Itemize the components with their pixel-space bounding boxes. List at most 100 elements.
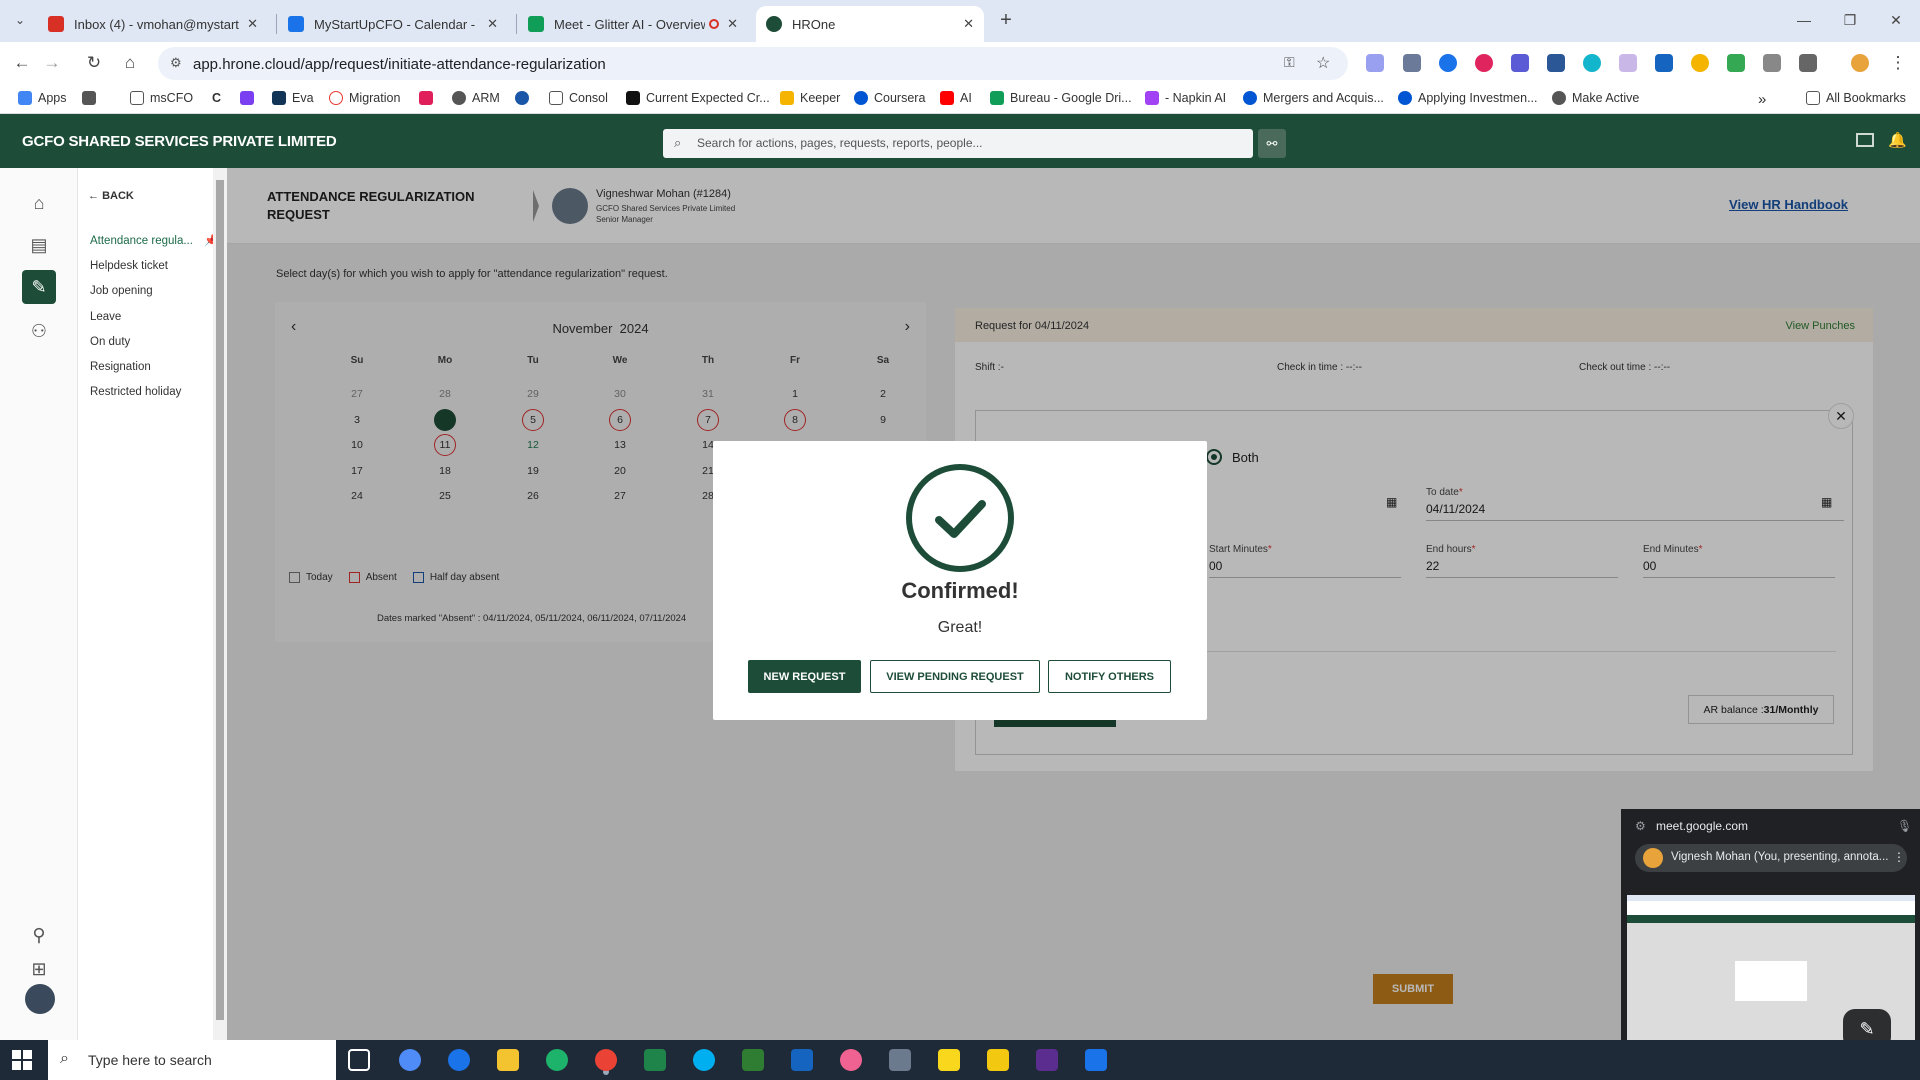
bookmark-item[interactable] (515, 91, 535, 105)
bookmark-item[interactable]: C (212, 91, 221, 105)
team-icon[interactable]: ⚇ (24, 316, 54, 346)
extension-icon[interactable] (1655, 54, 1673, 72)
tab-hrone[interactable]: HROne ✕ (756, 6, 984, 42)
bookmark-item[interactable]: msCFO (130, 91, 193, 105)
restore-icon[interactable]: ❐ (1838, 8, 1862, 32)
password-key-icon[interactable]: ⚿ (1284, 54, 1295, 71)
extension-icon[interactable] (1727, 54, 1745, 72)
bookmark-item[interactable]: Apps (18, 91, 67, 105)
bookmark-item[interactable]: Migration (329, 91, 400, 105)
pin-icon[interactable]: ⚲ (24, 920, 54, 950)
close-icon[interactable]: ✕ (963, 16, 974, 32)
1password-icon[interactable] (448, 1049, 470, 1071)
close-icon[interactable]: ✕ (247, 16, 258, 32)
request-icon[interactable]: ✎ (22, 270, 56, 304)
bookmark-item[interactable]: Keeper (780, 91, 840, 105)
bookmark-item[interactable]: Bureau - Google Dri... (990, 91, 1132, 105)
app-icon[interactable] (644, 1049, 666, 1071)
book-icon[interactable] (1856, 133, 1874, 147)
window-close-icon[interactable]: ✕ (1884, 8, 1908, 32)
close-icon[interactable]: ✕ (487, 16, 498, 32)
close-icon[interactable]: ✕ (727, 16, 738, 32)
extension-icon[interactable] (1475, 54, 1493, 72)
subnav-leave[interactable]: Leave (90, 311, 121, 323)
more-bookmarks-icon[interactable]: » (1758, 91, 1766, 108)
extension-icon[interactable] (1691, 54, 1709, 72)
copilot-icon[interactable] (399, 1049, 421, 1071)
settings-icon[interactable]: ⚙ (1635, 819, 1646, 833)
back-button[interactable]: ← BACK (88, 190, 134, 202)
apps-grid-icon[interactable]: ⊞ (24, 954, 54, 984)
extension-shield-icon[interactable] (1403, 54, 1421, 72)
sticky-notes-icon[interactable] (938, 1049, 960, 1071)
taskbar-search-input[interactable]: ⌕ Type here to search (48, 1040, 336, 1080)
back-arrow-icon[interactable]: ← (10, 51, 34, 75)
bookmark-item[interactable]: - Napkin AI (1145, 91, 1226, 105)
bookmark-item[interactable]: Current Expected Cr... (626, 91, 770, 105)
extensions-puzzle-icon[interactable] (1799, 54, 1817, 72)
tab-search-icon[interactable]: ⌄ (8, 8, 32, 32)
bookmark-item[interactable]: Eva (272, 91, 314, 105)
extension-icon[interactable] (1583, 54, 1601, 72)
extension-1password-icon[interactable] (1439, 54, 1457, 72)
bookmark-item[interactable]: Applying Investmen... (1398, 91, 1538, 105)
subnav-restricted-holiday[interactable]: Restricted holiday (90, 386, 181, 398)
extension-icon[interactable] (1547, 54, 1565, 72)
bookmark-star-icon[interactable]: ☆ (1316, 53, 1330, 73)
site-info-icon[interactable]: ⚙ (170, 55, 182, 71)
tab-gmail[interactable]: Inbox (4) - vmohan@mystartup ✕ (38, 6, 268, 42)
skype-icon[interactable] (693, 1049, 715, 1071)
forward-arrow-icon[interactable]: → (40, 51, 64, 75)
extension-icon[interactable] (1619, 54, 1637, 72)
home-icon[interactable]: ⌂ (118, 51, 142, 75)
bookmark-item[interactable] (82, 91, 102, 105)
view-pending-request-button[interactable]: VIEW PENDING REQUEST (870, 660, 1040, 693)
power-bi-icon[interactable] (987, 1049, 1009, 1071)
subnav-resignation[interactable]: Resignation (90, 361, 151, 373)
subnav-attendance-regularization[interactable]: Attendance regula... (90, 235, 193, 247)
extension-icon[interactable] (1763, 54, 1781, 72)
app-icon[interactable] (1036, 1049, 1058, 1071)
extension-icon[interactable] (1511, 54, 1529, 72)
file-explorer-icon[interactable] (497, 1049, 519, 1071)
inbox-icon[interactable]: ▤ (24, 230, 54, 260)
home-icon[interactable]: ⌂ (24, 188, 54, 218)
app-icon[interactable] (1085, 1049, 1107, 1071)
bookmark-item[interactable] (419, 91, 439, 105)
bookmark-item[interactable] (240, 91, 260, 105)
reload-icon[interactable]: ↻ (82, 51, 106, 75)
tab-calendar[interactable]: MyStartUpCFO - Calendar - We ✕ (278, 6, 508, 42)
more-options-icon[interactable]: ⋮ (1893, 850, 1905, 864)
user-avatar[interactable] (25, 984, 55, 1014)
bell-icon[interactable]: 🔔 (1888, 131, 1907, 149)
global-search-input[interactable]: ⌕ Search for actions, pages, requests, r… (663, 129, 1253, 158)
profile-avatar[interactable] (1851, 54, 1869, 72)
bookmark-item[interactable]: Consol (549, 91, 608, 105)
edge-icon[interactable] (546, 1049, 568, 1071)
bookmark-item[interactable]: Make Active (1552, 91, 1639, 105)
scrollbar-thumb[interactable] (216, 180, 224, 1020)
new-request-button[interactable]: NEW REQUEST (748, 660, 861, 693)
bookmark-item[interactable]: Mergers and Acquis... (1243, 91, 1384, 105)
app-icon[interactable] (742, 1049, 764, 1071)
chrome-icon[interactable] (595, 1049, 617, 1071)
scrollbar[interactable] (213, 168, 227, 1040)
app-icon[interactable] (791, 1049, 813, 1071)
notify-others-button[interactable]: NOTIFY OTHERS (1048, 660, 1171, 693)
subnav-on-duty[interactable]: On duty (90, 336, 130, 348)
microphone-icon[interactable]: 🎙 (1897, 819, 1912, 833)
all-bookmarks[interactable]: All Bookmarks (1806, 91, 1906, 105)
calculator-icon[interactable] (889, 1049, 911, 1071)
browser-menu-icon[interactable]: ⋮ (1886, 51, 1910, 75)
subnav-job-opening[interactable]: Job opening (90, 285, 153, 297)
tab-meet[interactable]: Meet - Glitter AI - Overview ✕ (518, 6, 748, 42)
extension-icon[interactable] (1366, 54, 1384, 72)
new-tab-icon[interactable]: + (994, 8, 1018, 32)
bookmark-item[interactable]: ARM (452, 91, 500, 105)
org-chart-icon[interactable]: ⚯ (1258, 129, 1286, 158)
subnav-helpdesk-ticket[interactable]: Helpdesk ticket (90, 260, 168, 272)
task-view-icon[interactable] (348, 1049, 370, 1071)
bookmark-item[interactable]: Coursera (854, 91, 925, 105)
app-icon[interactable] (840, 1049, 862, 1071)
address-bar[interactable]: ⚙ app.hrone.cloud/app/request/initiate-a… (158, 47, 1348, 80)
